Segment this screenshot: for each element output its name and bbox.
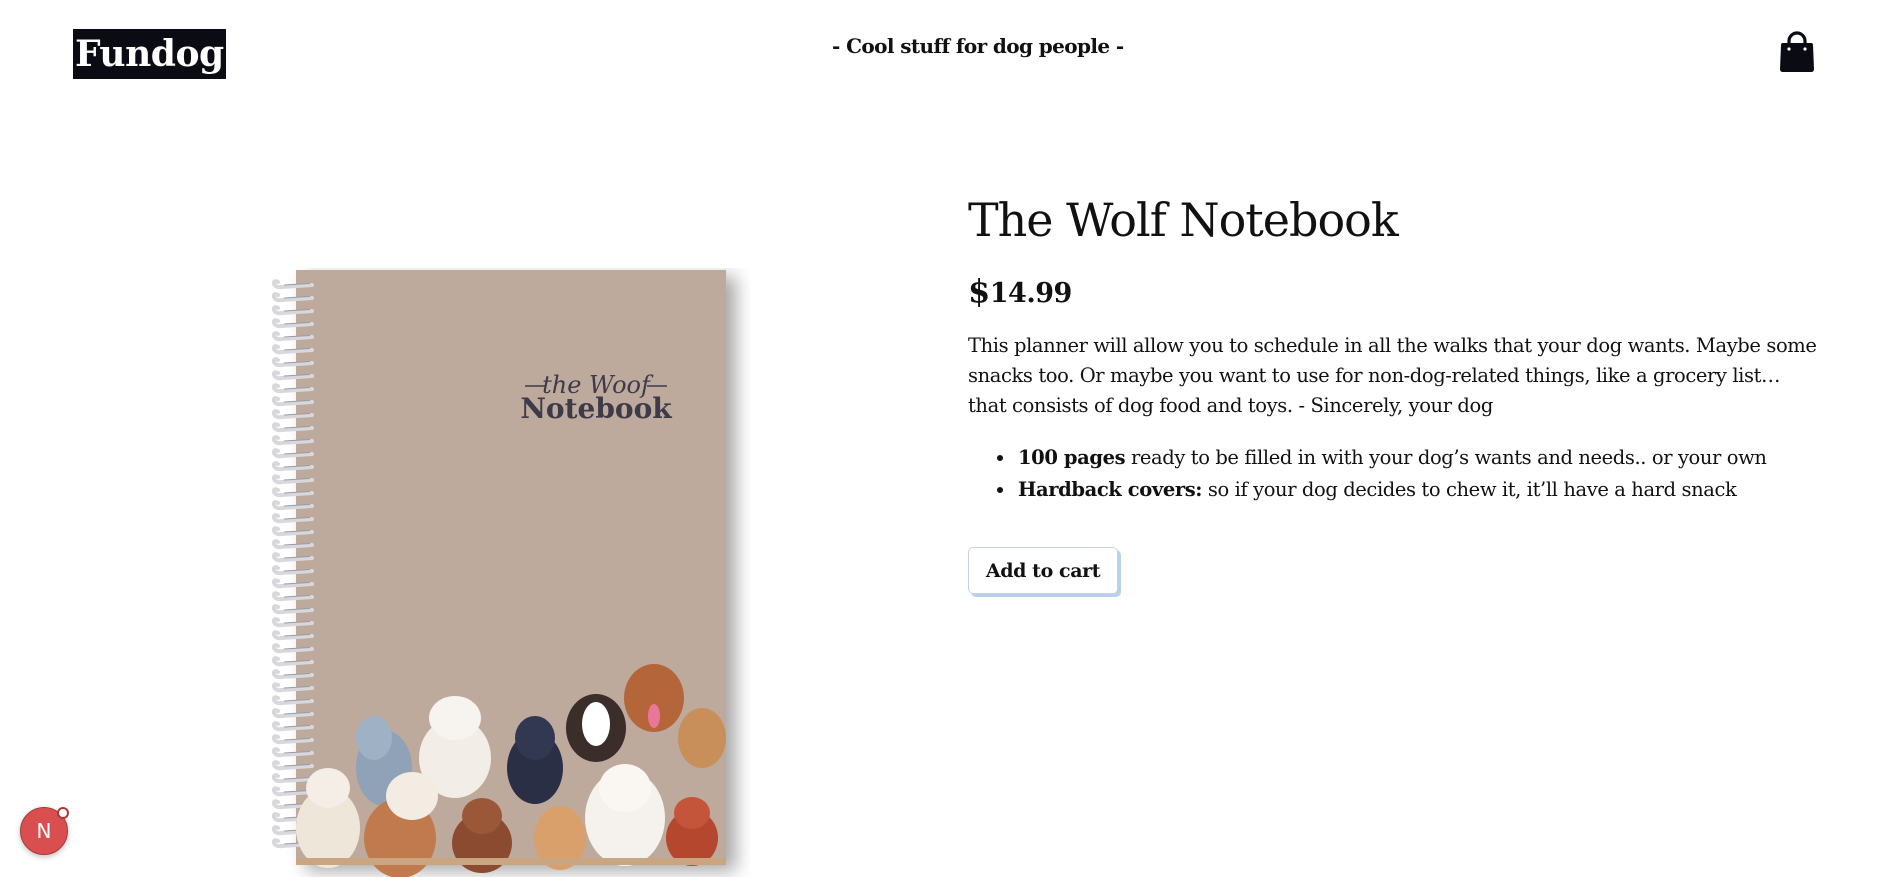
site-logo[interactable]: Fundog <box>73 29 226 79</box>
feature-title: Hardback covers: <box>1018 478 1203 501</box>
product-image: the Woof Notebook <box>270 268 750 877</box>
notification-dot-icon <box>57 807 69 819</box>
price-currency: $ <box>968 272 990 310</box>
list-item: Hardback covers: so if your dog decides … <box>1016 474 1895 506</box>
badge-letter: N <box>36 819 52 843</box>
feature-text: so if your dog decides to chew it, it’ll… <box>1202 478 1737 501</box>
product-price: $14.99 <box>968 272 1072 310</box>
floating-n-button[interactable]: N <box>20 807 69 855</box>
feature-list: 100 pages ready to be filled in with you… <box>968 442 1895 506</box>
feature-text: ready to be filled in with your dog’s wa… <box>1125 446 1767 469</box>
product-page: Fundog - Cool stuff for dog people - the… <box>0 0 1895 877</box>
site-tagline: - Cool stuff for dog people - <box>832 34 1124 58</box>
cart-button[interactable] <box>1778 31 1816 73</box>
product-description: This planner will allow you to schedule … <box>968 334 1817 417</box>
list-item: 100 pages ready to be filled in with you… <box>1016 442 1895 474</box>
add-to-cart-button[interactable]: Add to cart <box>968 547 1118 594</box>
cover-title-line2: Notebook <box>520 392 672 425</box>
shopping-bag-icon <box>1780 31 1814 72</box>
product-title: The Wolf Notebook <box>968 193 1399 247</box>
price-amount: 14.99 <box>989 278 1073 309</box>
feature-title: 100 pages <box>1018 446 1126 469</box>
